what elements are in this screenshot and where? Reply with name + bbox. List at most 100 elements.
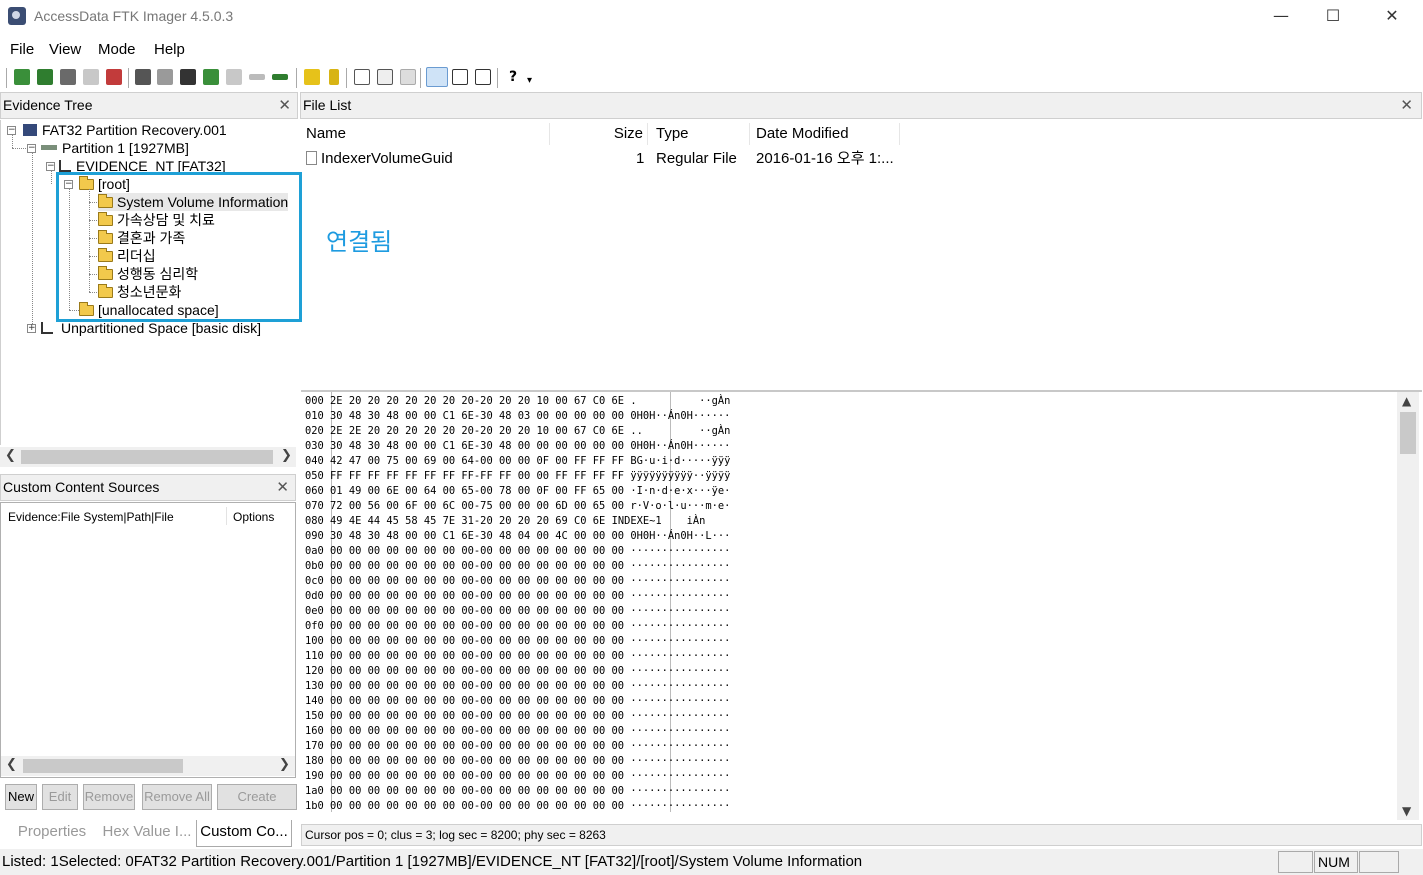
column-header-date[interactable]: Date Modified [756, 123, 900, 145]
hex-offset: 060 [305, 485, 324, 497]
text-view-icon[interactable] [452, 69, 468, 85]
hex-offset: 0b0 [305, 560, 324, 572]
expand-icon[interactable]: + [27, 324, 36, 333]
hex-row: 190 00 00 00 00 00 00 00 00-00 00 00 00 … [305, 769, 730, 784]
hex-bytes: 42 47 00 75 00 69 00 64-00 00 00 0F 00 F… [330, 455, 625, 467]
column-header-size[interactable]: Size [551, 123, 648, 145]
scroll-left-icon[interactable]: ❮ [6, 757, 17, 772]
hex-bytes: 00 00 00 00 00 00 00 00-00 00 00 00 00 0… [330, 785, 625, 797]
close-icon[interactable]: ✕ [1400, 96, 1413, 114]
custom-content-hscroll[interactable]: ❮ ❯ [1, 756, 295, 776]
menu-help[interactable]: Help [154, 41, 185, 58]
hex-offset: 160 [305, 725, 324, 737]
remove-all-button[interactable]: Remove All [142, 784, 212, 810]
hex-ascii: ················ [630, 740, 731, 752]
hex-bytes: 2E 20 20 20 20 20 20 20-20 20 20 10 00 6… [330, 395, 625, 407]
menu-view[interactable]: View [49, 41, 81, 58]
help-icon[interactable]: ? [505, 69, 521, 85]
hex-row: 110 00 00 00 00 00 00 00 00-00 00 00 00 … [305, 649, 730, 664]
scroll-thumb[interactable] [1400, 412, 1416, 454]
export-logical-image-icon[interactable] [180, 69, 196, 85]
minimize-button[interactable]: — [1255, 0, 1307, 34]
new-button[interactable]: New [5, 784, 37, 810]
add-to-custom-content-icon[interactable] [203, 69, 219, 85]
file-list-header: File List ✕ [300, 92, 1422, 119]
document-icon[interactable] [377, 69, 393, 85]
export-files-icon[interactable] [304, 69, 320, 85]
toolbar-separator [497, 68, 499, 88]
memory-capture-icon[interactable] [272, 74, 288, 80]
hex-vscroll[interactable]: ▲ ▼ [1397, 392, 1419, 820]
cursor-status-bar: Cursor pos = 0; clus = 3; log sec = 8200… [301, 824, 1422, 846]
toolbar: ? ▾ [0, 65, 1423, 91]
scroll-left-icon[interactable]: ❮ [5, 448, 16, 463]
tree-node-partition[interactable]: Partition 1 [1927MB] [41, 139, 189, 157]
hex-ascii: ················ [630, 605, 731, 617]
scroll-right-icon[interactable]: ❯ [279, 757, 290, 772]
edit-button[interactable]: Edit [42, 784, 78, 810]
close-icon[interactable]: ✕ [278, 96, 291, 114]
decrypt-icon[interactable] [249, 74, 265, 80]
close-icon[interactable]: ✕ [276, 478, 289, 496]
hex-ascii: ················ [630, 560, 731, 572]
hex-offset: 140 [305, 695, 324, 707]
volume-icon [59, 160, 71, 172]
hex-bytes: 00 00 00 00 00 00 00 00-00 00 00 00 00 0… [330, 755, 625, 767]
tab-hex-value-interpreter[interactable]: Hex Value I... [97, 820, 197, 847]
export-disk-image-icon[interactable] [157, 69, 173, 85]
create-image-button[interactable]: Create Image [217, 784, 297, 810]
hex-ascii: ················ [630, 590, 731, 602]
tab-properties[interactable]: Properties [8, 820, 96, 847]
hex-bytes: 00 00 00 00 00 00 00 00-00 00 00 00 00 0… [330, 650, 625, 662]
image-mounting-icon[interactable] [60, 69, 76, 85]
create-disk-image-icon[interactable] [135, 69, 151, 85]
hex-row: 120 00 00 00 00 00 00 00 00-00 00 00 00 … [305, 664, 730, 679]
remove-evidence-icon[interactable] [83, 69, 99, 85]
column-header-type[interactable]: Type [656, 123, 750, 145]
add-all-evidence-icon[interactable] [37, 69, 53, 85]
maximize-button[interactable]: ☐ [1307, 0, 1359, 34]
auto-view-icon[interactable] [426, 67, 448, 87]
evidence-tree-hscroll[interactable]: ❮ ❯ [0, 447, 296, 467]
hex-offset: 190 [305, 770, 324, 782]
column-header-options[interactable]: Options [233, 510, 274, 524]
scroll-down-icon[interactable]: ▼ [1402, 804, 1411, 818]
file-list-title: File List [303, 97, 352, 113]
hex-bytes: 00 00 00 00 00 00 00 00-00 00 00 00 00 0… [330, 620, 625, 632]
tree-node-image[interactable]: FAT32 Partition Recovery.001 [23, 121, 227, 139]
hex-view-icon[interactable] [475, 69, 491, 85]
hex-bytes: 00 00 00 00 00 00 00 00-00 00 00 00 00 0… [330, 605, 625, 617]
hex-viewer[interactable]: 000 2E 20 20 20 20 20 20 20-20 20 20 10 … [301, 390, 1422, 820]
hex-offset: 100 [305, 635, 324, 647]
custom-content-header: Custom Content Sources ✕ [0, 474, 296, 501]
properties-icon[interactable] [400, 69, 416, 85]
evidence-tree-title: Evidence Tree [3, 97, 93, 113]
new-document-icon[interactable] [354, 69, 370, 85]
column-header-evidence[interactable]: Evidence:File System|Path|File [8, 510, 174, 524]
create-custom-content-icon[interactable] [226, 69, 242, 85]
column-header-name[interactable]: Name [306, 123, 550, 145]
close-button[interactable]: ✕ [1366, 0, 1418, 34]
chevron-down-icon[interactable]: ▾ [527, 75, 537, 86]
hex-row: 060 01 49 00 6E 00 64 00 65-00 78 00 0F … [305, 484, 730, 499]
menu-file[interactable]: File [10, 41, 34, 58]
hex-offset: 1a0 [305, 785, 324, 797]
remove-button[interactable]: Remove [83, 784, 135, 810]
scroll-thumb[interactable] [23, 759, 183, 773]
collapse-icon[interactable]: − [27, 144, 36, 153]
scroll-right-icon[interactable]: ❯ [281, 448, 292, 463]
remove-all-evidence-icon[interactable] [106, 69, 122, 85]
export-hash-list-icon[interactable] [329, 69, 339, 85]
hex-bytes: 00 00 00 00 00 00 00 00-00 00 00 00 00 0… [330, 635, 625, 647]
scroll-thumb[interactable] [21, 450, 273, 464]
tab-custom-content[interactable]: Custom Co... [196, 820, 292, 847]
collapse-icon[interactable]: − [7, 126, 16, 135]
custom-content-list[interactable]: Evidence:File System|Path|File Options [0, 502, 296, 778]
collapse-icon[interactable]: − [46, 162, 55, 171]
menu-mode[interactable]: Mode [98, 41, 136, 58]
hex-ascii: 0H0H··Án0H··L··· [630, 530, 731, 542]
add-evidence-icon[interactable] [14, 69, 30, 85]
hex-row: 130 00 00 00 00 00 00 00 00-00 00 00 00 … [305, 679, 730, 694]
scroll-up-icon[interactable]: ▲ [1402, 394, 1411, 408]
hex-offset: 080 [305, 515, 324, 527]
